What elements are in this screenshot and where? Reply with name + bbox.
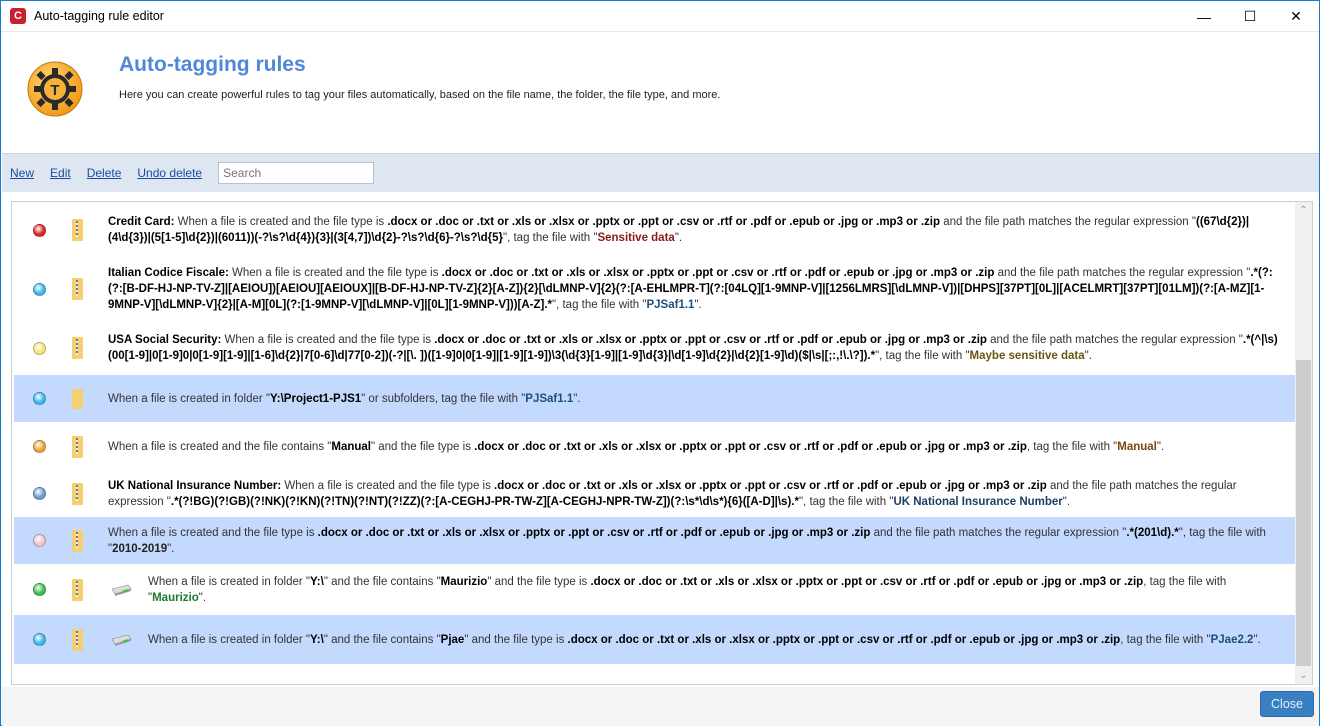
rule-name: Italian Codice Fiscale:	[108, 267, 229, 279]
file-types: .docx or .doc or .txt or .xls or .xlsx o…	[441, 267, 995, 279]
folder-icon	[72, 388, 83, 409]
footer: Close	[2, 687, 1319, 726]
status-dot-icon	[33, 392, 46, 405]
tag-name: Maybe sensitive data	[969, 350, 1085, 362]
rule-name: UK National Insurance Number:	[108, 479, 282, 492]
tag-name: PJae2.2	[1210, 633, 1254, 646]
status-dot-icon	[33, 583, 46, 596]
tag-name: PJSaf1.1	[646, 299, 695, 311]
rule-row[interactable]: USA Social Security: When a file is crea…	[14, 322, 1295, 375]
rule-row[interactable]: Italian Codice Fiscale: When a file is c…	[14, 257, 1295, 322]
rule-description: USA Social Security: When a file is crea…	[108, 334, 1278, 362]
rule-description: When a file is created and the file cont…	[108, 440, 1165, 453]
toolbar: New Edit Delete Undo delete	[2, 153, 1319, 192]
title-bar[interactable]: C Auto-tagging rule editor — ☐ ✕	[1, 1, 1319, 32]
status-dot-icon	[33, 341, 46, 355]
rule-row[interactable]: Credit Card: When a file is created and …	[14, 204, 1295, 257]
contains-value: Maurizio	[440, 575, 488, 588]
rule-description: When a file is created in folder "Y:\" a…	[148, 633, 1261, 646]
rule-row[interactable]: When a file is created in folder "Y:\Pro…	[14, 375, 1295, 423]
file-types: .docx or .doc or .txt or .xls or .xlsx o…	[317, 526, 871, 539]
status-dot-icon	[33, 487, 46, 500]
rule-name: Credit Card:	[108, 216, 175, 228]
rule-row[interactable]: When a file is created and the file cont…	[14, 423, 1295, 471]
status-dot-icon	[33, 534, 46, 547]
close-icon: ✕	[1290, 8, 1302, 24]
zip-folder-icon	[72, 482, 83, 505]
maximize-button[interactable]: ☐	[1227, 1, 1273, 32]
close-button[interactable]: Close	[1260, 691, 1314, 717]
rule-name: USA Social Security:	[108, 334, 222, 346]
close-window-button[interactable]: ✕	[1273, 1, 1319, 32]
tag-name: PJSaf1.1	[525, 392, 574, 405]
zip-folder-icon	[72, 529, 83, 552]
contains-value: Pjae	[440, 633, 465, 646]
app-icon: C	[10, 8, 26, 24]
page-title: Auto-tagging rules	[119, 53, 306, 76]
status-dot-icon	[33, 440, 46, 453]
regex: .*(201\d).*	[1126, 526, 1179, 539]
status-dot-icon	[33, 633, 46, 646]
file-types: .docx or .doc or .txt or .xls or .xlsx o…	[567, 633, 1121, 646]
file-types: .docx or .doc or .txt or .xls or .xlsx o…	[494, 479, 1047, 492]
zip-folder-icon	[72, 278, 83, 300]
scrollbar-thumb[interactable]	[1296, 360, 1311, 666]
minimize-icon: —	[1197, 8, 1211, 25]
status-dot-icon	[33, 223, 46, 237]
new-button[interactable]: New	[10, 166, 34, 180]
rule-description: Credit Card: When a file is created and …	[108, 216, 1250, 244]
file-types: .docx or .doc or .txt or .xls or .xlsx o…	[590, 575, 1144, 588]
maximize-icon: ☐	[1243, 8, 1257, 24]
tag-name: Manual	[1117, 440, 1157, 453]
minimize-button[interactable]: —	[1181, 1, 1227, 32]
delete-button[interactable]: Delete	[87, 166, 122, 180]
drive-icon	[110, 634, 132, 646]
rule-row[interactable]: When a file is created in folder "Y:\" a…	[14, 615, 1295, 665]
app-window: C Auto-tagging rule editor — ☐ ✕ T Auto-…	[0, 0, 1320, 726]
scroll-up-icon[interactable]: ⌃	[1295, 202, 1312, 219]
folder-path: Y:\	[309, 575, 324, 588]
tag-name: Maurizio	[152, 591, 199, 604]
undo-delete-button[interactable]: Undo delete	[137, 166, 202, 180]
search-input[interactable]	[218, 162, 375, 184]
tag-name: Sensitive data	[597, 232, 675, 244]
zip-folder-icon	[72, 435, 83, 458]
regex: .*(?!BG)(?!GB)(?!NK)(?!KN)(?!TN)(?!NT)(?…	[170, 495, 799, 508]
zip-folder-icon	[72, 219, 83, 241]
rule-row[interactable]: When a file is created and the file type…	[14, 517, 1295, 565]
window-title: Auto-tagging rule editor	[34, 9, 164, 23]
file-types: .docx or .doc or .txt or .xls or .xlsx o…	[474, 440, 1027, 453]
window-controls: — ☐ ✕	[1181, 1, 1319, 32]
rule-row[interactable]: UK National Insurance Number: When a fil…	[14, 471, 1295, 517]
scroll-down-icon[interactable]: ⌄	[1295, 667, 1312, 684]
file-types: .docx or .doc or .txt or .xls or .xlsx o…	[387, 216, 941, 228]
zip-folder-icon	[72, 578, 83, 601]
header: T Auto-tagging rules Here you can create…	[2, 33, 1319, 153]
rule-description: Italian Codice Fiscale: When a file is c…	[108, 267, 1273, 311]
edit-button[interactable]: Edit	[50, 166, 71, 180]
rule-row[interactable]: When a file is created in folder "Y:\" a…	[14, 565, 1295, 615]
status-dot-icon	[33, 282, 46, 296]
gear-t-icon: T	[27, 61, 83, 117]
drive-icon	[110, 584, 132, 596]
rule-description: When a file is created and the file type…	[108, 526, 1266, 555]
rule-description: When a file is created in folder "Y:\" a…	[148, 575, 1227, 604]
folder-path: Y:\Project1-PJS1	[269, 392, 362, 405]
vertical-scrollbar[interactable]: ⌃ ⌄	[1295, 202, 1312, 684]
svg-text:T: T	[50, 82, 59, 99]
zip-folder-icon	[72, 337, 83, 359]
folder-path: Y:\	[309, 633, 324, 646]
page-subtitle: Here you can create powerful rules to ta…	[119, 89, 721, 101]
rules-list: Credit Card: When a file is created and …	[11, 201, 1313, 685]
rule-description: When a file is created in folder "Y:\Pro…	[108, 392, 581, 405]
tag-name: UK National Insurance Number	[893, 495, 1063, 508]
tag-name: 2010-2019	[112, 542, 168, 555]
contains-value: Manual	[331, 440, 371, 453]
zip-folder-icon	[72, 628, 83, 651]
rule-description: UK National Insurance Number: When a fil…	[108, 479, 1237, 508]
rules-list-body: Credit Card: When a file is created and …	[14, 204, 1295, 665]
file-types: .docx or .doc or .txt or .xls or .xlsx o…	[434, 334, 987, 346]
